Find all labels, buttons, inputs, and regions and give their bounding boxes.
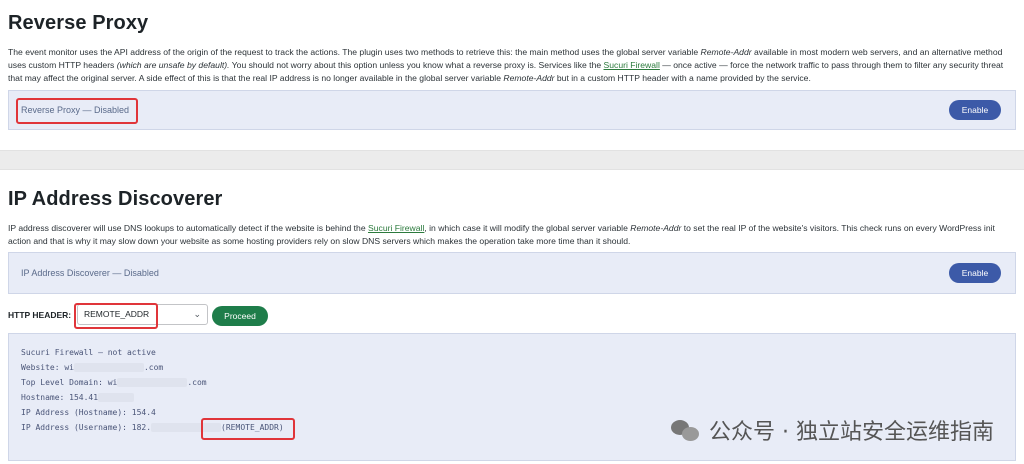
chevron-down-icon: ⌄ <box>193 309 201 319</box>
watermark-text: 公众号 · 独立站安全运维指南 <box>709 420 994 445</box>
redacted-block <box>98 393 135 402</box>
ip-discoverer-status-panel: IP Address Discoverer — Disabled Enable <box>8 252 1016 294</box>
redacted-block <box>117 378 188 387</box>
ip-discoverer-status: IP Address Discoverer — Disabled <box>21 268 159 278</box>
reverse-proxy-description: The event monitor uses the API address o… <box>8 47 1004 83</box>
reverse-proxy-section: Reverse Proxy The event monitor uses the… <box>0 0 1024 150</box>
highlight-box-header <box>74 303 158 329</box>
firewall-status-line: Sucuri Firewall — not active <box>21 348 156 357</box>
watermark: 公众号 · 独立站安全运维指南 <box>671 414 994 446</box>
http-header-label: HTTP HEADER: <box>8 310 72 320</box>
wechat-icon <box>671 418 701 442</box>
hostname-line: Hostname: 154.41 <box>21 393 135 402</box>
proceed-button[interactable]: Proceed <box>212 306 268 326</box>
sucuri-firewall-link[interactable]: Sucuri Firewall <box>604 60 660 70</box>
highlight-box <box>16 98 138 124</box>
ip-discoverer-enable-button[interactable]: Enable <box>949 263 1001 283</box>
ip-discoverer-title: IP Address Discoverer <box>8 188 223 210</box>
highlight-box-remote-addr <box>201 418 295 440</box>
section-divider <box>0 150 1024 170</box>
website-line: Website: wi .com <box>21 363 164 372</box>
reverse-proxy-enable-button[interactable]: Enable <box>949 100 1001 120</box>
tld-line: Top Level Domain: wi .com <box>21 378 207 387</box>
reverse-proxy-status-panel: Reverse Proxy — Disabled Enable <box>8 90 1016 130</box>
redacted-block <box>73 363 144 372</box>
ip-discoverer-description: IP address discoverer will use DNS looku… <box>8 223 995 246</box>
ip-hostname-line: IP Address (Hostname): 154.4 <box>21 408 156 417</box>
sucuri-firewall-link-2[interactable]: Sucuri Firewall <box>368 223 424 233</box>
reverse-proxy-title: Reverse Proxy <box>8 12 149 34</box>
